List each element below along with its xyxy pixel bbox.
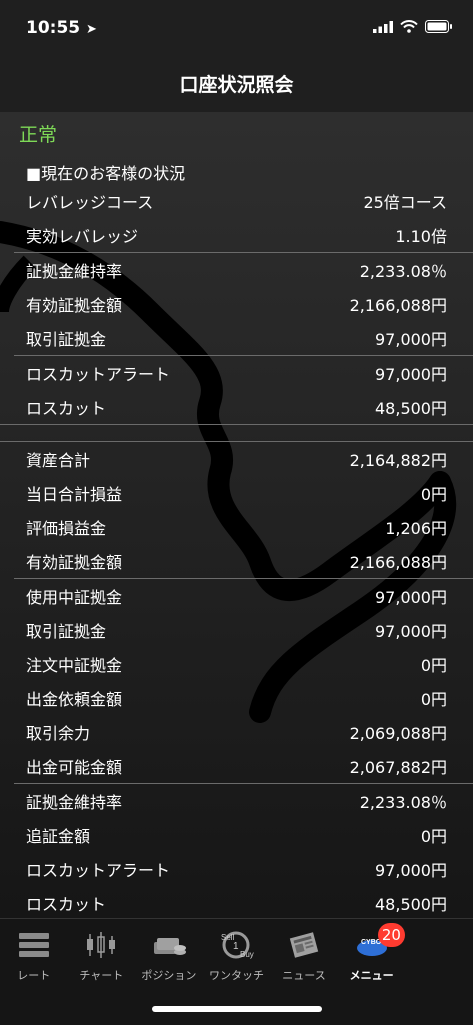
row-total-assets: 資産合計 2,164,882円 <box>0 442 473 476</box>
cellular-signal-icon <box>373 20 393 33</box>
row-value: 2,233.08％ <box>359 793 447 812</box>
row-losscut-2: ロスカット 48,500円 <box>0 886 473 918</box>
tab-label: ワンタッチ <box>208 969 264 982</box>
row-value: 1.10倍 <box>395 227 447 246</box>
row-trading-margin-2: 取引証拠金 97,000円 <box>0 613 473 647</box>
row-label: 当日合計損益 <box>26 485 123 504</box>
position-icon <box>151 929 187 961</box>
page-title: 口座状況照会 <box>179 74 294 96</box>
svg-text:1: 1 <box>233 941 239 952</box>
notification-badge: 20 <box>377 923 405 947</box>
chart-icon <box>83 929 119 961</box>
row-margin-ratio: 証拠金維持率 2,233.08％ <box>0 253 473 287</box>
tab-label: レート <box>17 969 51 982</box>
row-effective-leverage: 実効レバレッジ 1.10倍 <box>0 218 473 252</box>
row-label: 出金依頼金額 <box>26 690 123 709</box>
row-margin-ratio-2: 証拠金維持率 2,233.08％ <box>0 784 473 818</box>
home-indicator[interactable] <box>152 1006 322 1012</box>
row-label: 取引証拠金 <box>26 330 107 349</box>
status-bar: 10:55 ➤ <box>0 0 473 60</box>
account-rows: レバレッジコース 25倍コース 実効レバレッジ 1.10倍 証拠金維持率 2,2… <box>0 184 473 918</box>
tab-label: メニュー <box>349 969 394 982</box>
row-value: 2,233.08％ <box>359 262 447 281</box>
nav-bar: 口座状況照会 <box>0 60 473 112</box>
row-value: 97,000円 <box>375 861 447 880</box>
row-value: 97,000円 <box>375 622 447 641</box>
row-losscut-alert: ロスカットアラート 97,000円 <box>0 356 473 390</box>
row-value: 0円 <box>420 827 447 846</box>
tab-one-touch[interactable]: Sell 1 Buy ワンタッチ <box>203 919 271 989</box>
row-label: 追証金額 <box>26 827 91 846</box>
status-icons <box>373 20 453 33</box>
location-arrow-icon: ➤ <box>86 22 97 37</box>
account-status-label: 正常 <box>19 124 58 146</box>
row-leverage-course: レバレッジコース 25倍コース <box>0 184 473 218</box>
row-value: 0円 <box>420 690 447 709</box>
row-trading-margin: 取引証拠金 97,000円 <box>0 321 473 355</box>
row-value: 2,166,088円 <box>349 296 447 315</box>
row-value: 1,206円 <box>385 519 447 538</box>
row-value: 2,164,882円 <box>349 451 447 470</box>
row-label: 証拠金維持率 <box>26 793 123 812</box>
tab-rate[interactable]: レート <box>0 919 68 989</box>
row-value: 2,067,882円 <box>349 758 447 777</box>
tab-chart[interactable]: チャート <box>68 919 136 989</box>
row-value: 97,000円 <box>375 330 447 349</box>
row-label: レバレッジコース <box>26 193 154 212</box>
row-label: 資産合計 <box>26 451 91 470</box>
row-label: 有効証拠金額 <box>26 553 123 572</box>
row-value: 97,000円 <box>375 365 447 384</box>
row-order-margin: 注文中証拠金 0円 <box>0 647 473 681</box>
row-label: ロスカットアラート <box>26 861 171 880</box>
row-label: 取引証拠金 <box>26 622 107 641</box>
status-time: 10:55 ➤ <box>26 18 97 38</box>
row-daily-pnl: 当日合計損益 0円 <box>0 476 473 510</box>
row-trading-capacity: 取引余力 2,069,088円 <box>0 715 473 749</box>
row-label: 使用中証拠金 <box>26 588 123 607</box>
tab-label: ニュース <box>282 969 326 982</box>
news-icon <box>286 929 322 961</box>
row-effective-margin: 有効証拠金額 2,166,088円 <box>0 287 473 321</box>
rate-icon <box>16 929 52 961</box>
row-value: 2,069,088円 <box>349 724 447 743</box>
battery-icon <box>425 20 452 33</box>
wifi-icon <box>400 20 418 33</box>
row-withdrawable-amount: 出金可能金額 2,067,882円 <box>0 749 473 783</box>
row-value: 0円 <box>420 656 447 675</box>
row-losscut-alert-2: ロスカットアラート 97,000円 <box>0 852 473 886</box>
tab-position[interactable]: ポジション <box>135 919 203 989</box>
row-value: 25倍コース <box>363 193 447 212</box>
row-value: 48,500円 <box>375 399 447 418</box>
one-touch-icon: Sell 1 Buy <box>218 929 254 961</box>
section-gap <box>0 425 473 442</box>
row-value: 97,000円 <box>375 588 447 607</box>
row-label: 評価損益金 <box>26 519 107 538</box>
row-withdrawal-request: 出金依頼金額 0円 <box>0 681 473 715</box>
tab-menu[interactable]: CYBO メニュー 20 <box>338 919 406 989</box>
row-effective-margin-2: 有効証拠金額 2,166,088円 <box>0 544 473 578</box>
row-label: 注文中証拠金 <box>26 656 123 675</box>
tab-news[interactable]: ニュース <box>270 919 338 989</box>
row-label: 実効レバレッジ <box>26 227 139 246</box>
section-title: ■現在のお客様の状況 <box>26 164 186 183</box>
row-unrealized-pnl: 評価損益金 1,206円 <box>0 510 473 544</box>
row-margin-call: 追証金額 0円 <box>0 818 473 852</box>
clock-time: 10:55 <box>26 18 81 38</box>
row-label: ロスカット <box>26 399 107 418</box>
row-value: 0円 <box>420 485 447 504</box>
tab-label: ポジション <box>141 969 197 982</box>
row-label: 取引余力 <box>26 724 91 743</box>
row-value: 48,500円 <box>375 895 447 914</box>
account-status-content[interactable]: 正常 ■現在のお客様の状況 レバレッジコース 25倍コース 実効レバレッジ 1.… <box>0 112 473 918</box>
row-losscut: ロスカット 48,500円 <box>0 390 473 424</box>
row-label: ロスカットアラート <box>26 365 171 384</box>
svg-text:Buy: Buy <box>240 950 254 959</box>
row-used-margin: 使用中証拠金 97,000円 <box>0 579 473 613</box>
row-label: 証拠金維持率 <box>26 262 123 281</box>
tab-label: チャート <box>79 969 124 982</box>
row-label: ロスカット <box>26 895 107 914</box>
row-label: 出金可能金額 <box>26 758 123 777</box>
row-label: 有効証拠金額 <box>26 296 123 315</box>
row-value: 2,166,088円 <box>349 553 447 572</box>
